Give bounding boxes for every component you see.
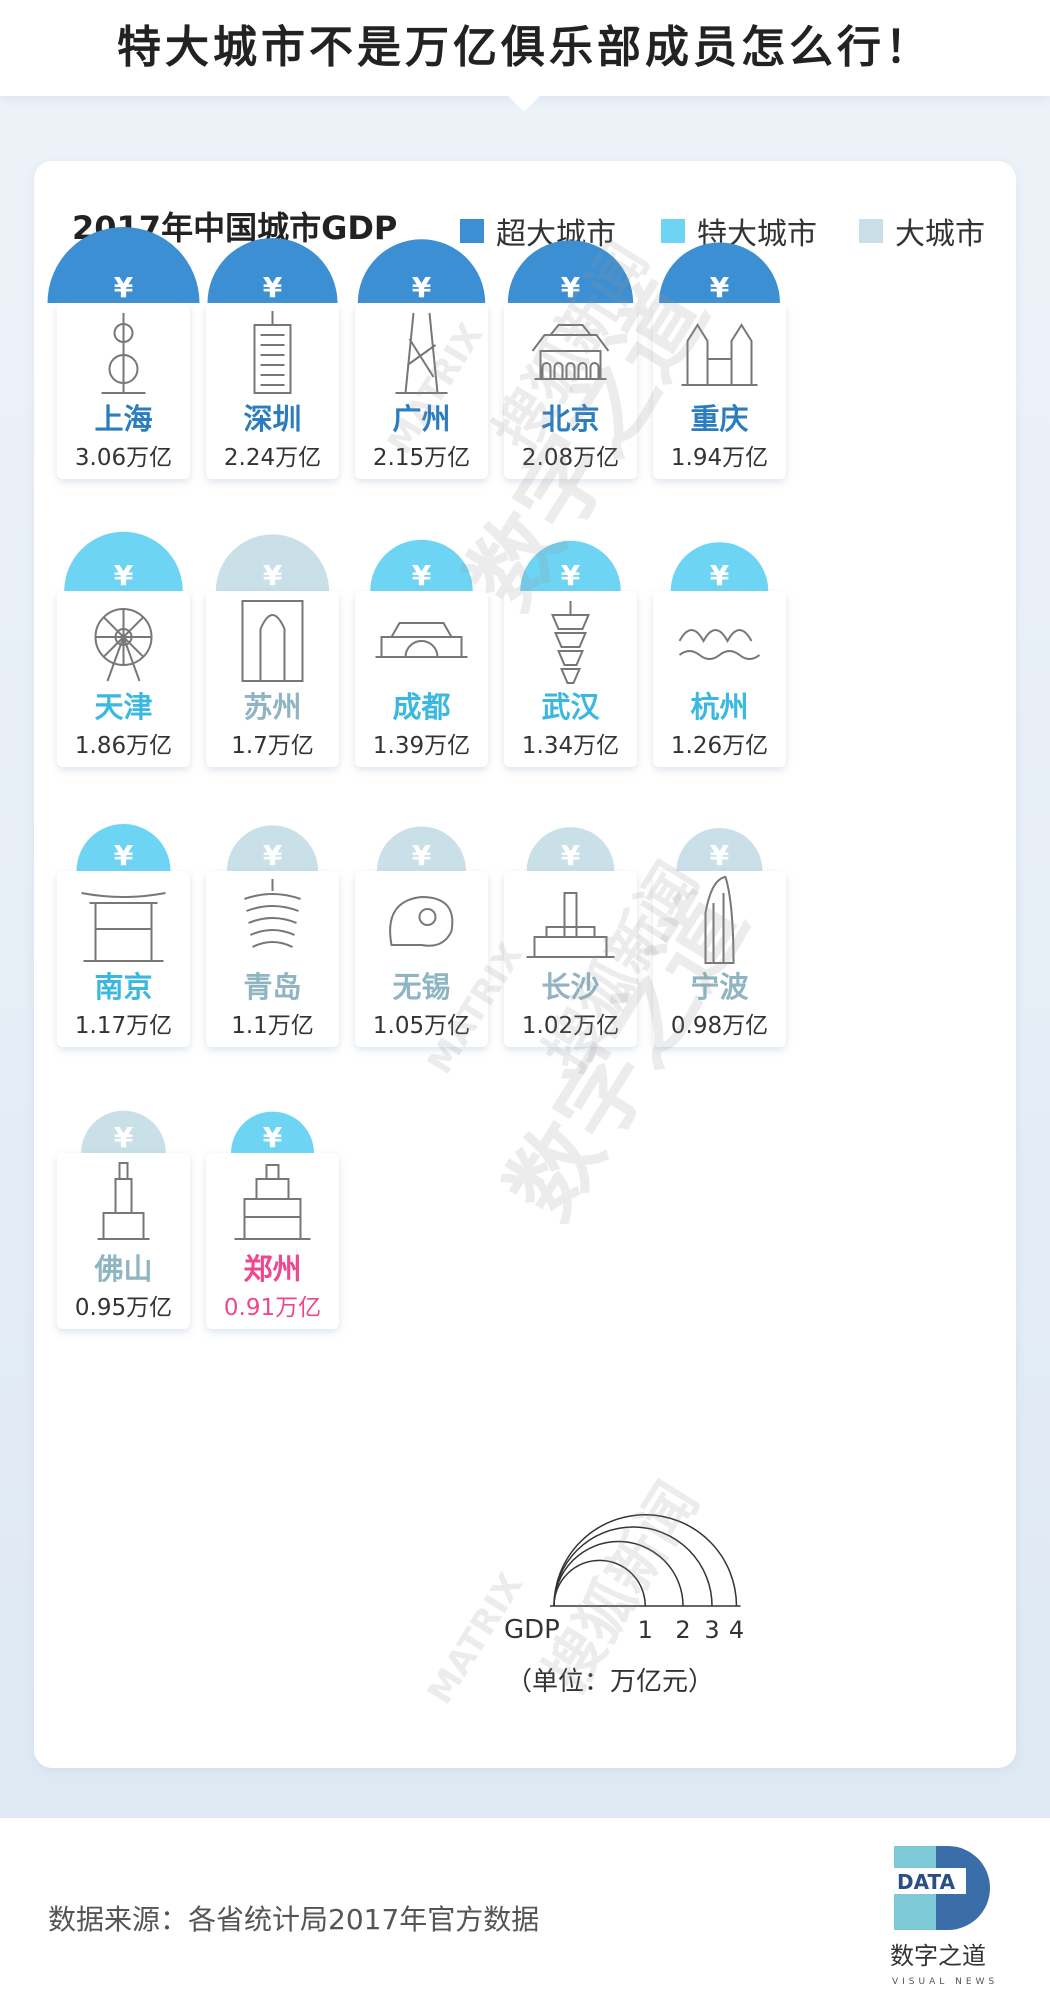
scale-arc xyxy=(553,1540,684,1607)
city-card: ¥ 武汉 1.34万亿 xyxy=(504,540,637,767)
yen-icon: ¥ xyxy=(710,559,730,592)
yen-icon: ¥ xyxy=(114,271,134,304)
page-title: 特大城市不是万亿俱乐部成员怎么行！ xyxy=(117,22,933,73)
city-name: 无锡 xyxy=(392,970,450,1004)
city-card: ¥ 宁波 0.98万亿 xyxy=(653,828,786,1047)
city-card: ¥ 北京 2.08万亿 xyxy=(504,240,637,479)
city-card: ¥ 杭州 1.26万亿 xyxy=(653,542,786,767)
yen-icon: ¥ xyxy=(263,1121,283,1154)
city-card: ¥ 佛山 0.95万亿 xyxy=(57,1110,190,1329)
city-card: ¥ 天津 1.86万亿 xyxy=(57,531,190,767)
gdp-value-label: 1.86万亿 xyxy=(75,733,172,759)
city-name: 青岛 xyxy=(243,970,301,1004)
city-card: ¥ 苏州 1.7万亿 xyxy=(206,534,339,767)
yen-icon: ¥ xyxy=(114,1121,134,1154)
gdp-value-label: 1.1万亿 xyxy=(231,1013,314,1039)
yen-icon: ¥ xyxy=(114,839,134,872)
city-card: ¥ 广州 2.15万亿 xyxy=(355,239,488,479)
scale-tick-label: 3 xyxy=(704,1616,719,1644)
city-name: 长沙 xyxy=(541,970,599,1004)
city-card: ¥ 郑州 0.91万亿 xyxy=(206,1111,339,1329)
city-card: ¥ 深圳 2.24万亿 xyxy=(206,238,339,479)
gdp-value-label: 3.06万亿 xyxy=(75,445,172,471)
city-card: ¥ 长沙 1.02万亿 xyxy=(504,827,637,1047)
data-source: 数据来源：各省统计局2017年官方数据 xyxy=(48,1903,540,1936)
city-name: 杭州 xyxy=(690,690,748,724)
title-banner: 特大城市不是万亿俱乐部成员怎么行！ xyxy=(0,0,1050,96)
city-name: 重庆 xyxy=(690,402,748,436)
yen-icon: ¥ xyxy=(710,271,730,304)
scale-tick-label: 4 xyxy=(729,1616,744,1644)
yen-icon: ¥ xyxy=(561,559,581,592)
gdp-value-label: 1.39万亿 xyxy=(373,733,470,759)
city-name: 广州 xyxy=(392,402,450,436)
gdp-value-label: 1.7万亿 xyxy=(231,733,314,759)
yen-icon: ¥ xyxy=(561,271,581,304)
yen-icon: ¥ xyxy=(412,839,432,872)
city-name: 天津 xyxy=(94,690,152,724)
gdp-value-label: 0.98万亿 xyxy=(671,1013,768,1039)
city-name: 宁波 xyxy=(690,970,749,1004)
city-name: 南京 xyxy=(94,970,152,1004)
city-card: ¥ 无锡 1.05万亿 xyxy=(355,826,488,1047)
scale-unit-note: （单位：万亿元） xyxy=(506,1667,714,1697)
data-logo-icon: DATA 数字之道 VISUAL NEWS xyxy=(890,1846,998,1987)
yen-icon: ¥ xyxy=(263,839,283,872)
city-name: 武汉 xyxy=(541,690,600,724)
yen-icon: ¥ xyxy=(710,839,730,872)
city-card: ¥ 成都 1.39万亿 xyxy=(355,539,488,767)
gdp-value-label: 1.17万亿 xyxy=(75,1013,172,1039)
city-name: 深圳 xyxy=(243,402,301,436)
gdp-value-label: 1.05万亿 xyxy=(373,1013,470,1039)
city-name: 上海 xyxy=(94,402,152,436)
city-card: ¥ 南京 1.17万亿 xyxy=(57,824,190,1047)
city-card: ¥ 重庆 1.94万亿 xyxy=(653,242,786,479)
gdp-value-label: 1.02万亿 xyxy=(522,1013,619,1039)
footer: 数据来源：各省统计局2017年官方数据 DATA 数字之道 VISUAL NEW… xyxy=(0,1818,1050,2007)
yen-icon: ¥ xyxy=(561,839,581,872)
gdp-value-label: 1.26万亿 xyxy=(671,733,768,759)
city-card: ¥ 青岛 1.1万亿 xyxy=(206,825,339,1047)
chart-panel: 2017年中国城市GDP 超大城市 特大城市 大城市 ¥ 上海 3.06万亿 ¥ 深圳 2… xyxy=(34,161,1016,1768)
gdp-value-label: 2.08万亿 xyxy=(522,445,619,471)
city-name: 北京 xyxy=(541,402,599,436)
city-name: 佛山 xyxy=(93,1252,152,1286)
yen-icon: ¥ xyxy=(412,271,432,304)
scale-tick-label: 2 xyxy=(675,1616,690,1644)
brand-sub: VISUAL NEWS xyxy=(892,1977,998,1987)
yen-icon: ¥ xyxy=(412,559,432,592)
gdp-value-label: 2.24万亿 xyxy=(224,445,321,471)
scale-tick-label: 1 xyxy=(638,1616,653,1644)
yen-icon: ¥ xyxy=(263,271,283,304)
yen-icon: ¥ xyxy=(114,559,134,592)
gdp-value-label: 1.34万亿 xyxy=(522,733,619,759)
gdp-value-label: 0.91万亿 xyxy=(224,1295,321,1321)
city-name: 郑州 xyxy=(243,1252,301,1286)
yen-icon: ¥ xyxy=(263,559,283,592)
logo-text: DATA xyxy=(897,1870,956,1894)
banner-notch xyxy=(508,96,540,112)
brand-name: 数字之道 xyxy=(890,1942,986,1970)
gdp-value-label: 2.15万亿 xyxy=(373,445,470,471)
city-name: 成都 xyxy=(392,690,450,724)
scale-gdp-label: GDP xyxy=(504,1615,560,1645)
city-name: 苏州 xyxy=(243,690,301,724)
gdp-value-label: 0.95万亿 xyxy=(75,1295,172,1321)
gdp-value-label: 1.94万亿 xyxy=(671,445,768,471)
gdp-scale-legend: 1 2 3 4 GDP （单位：万亿元） xyxy=(504,1514,744,1697)
city-card: ¥ 上海 3.06万亿 xyxy=(47,227,200,479)
